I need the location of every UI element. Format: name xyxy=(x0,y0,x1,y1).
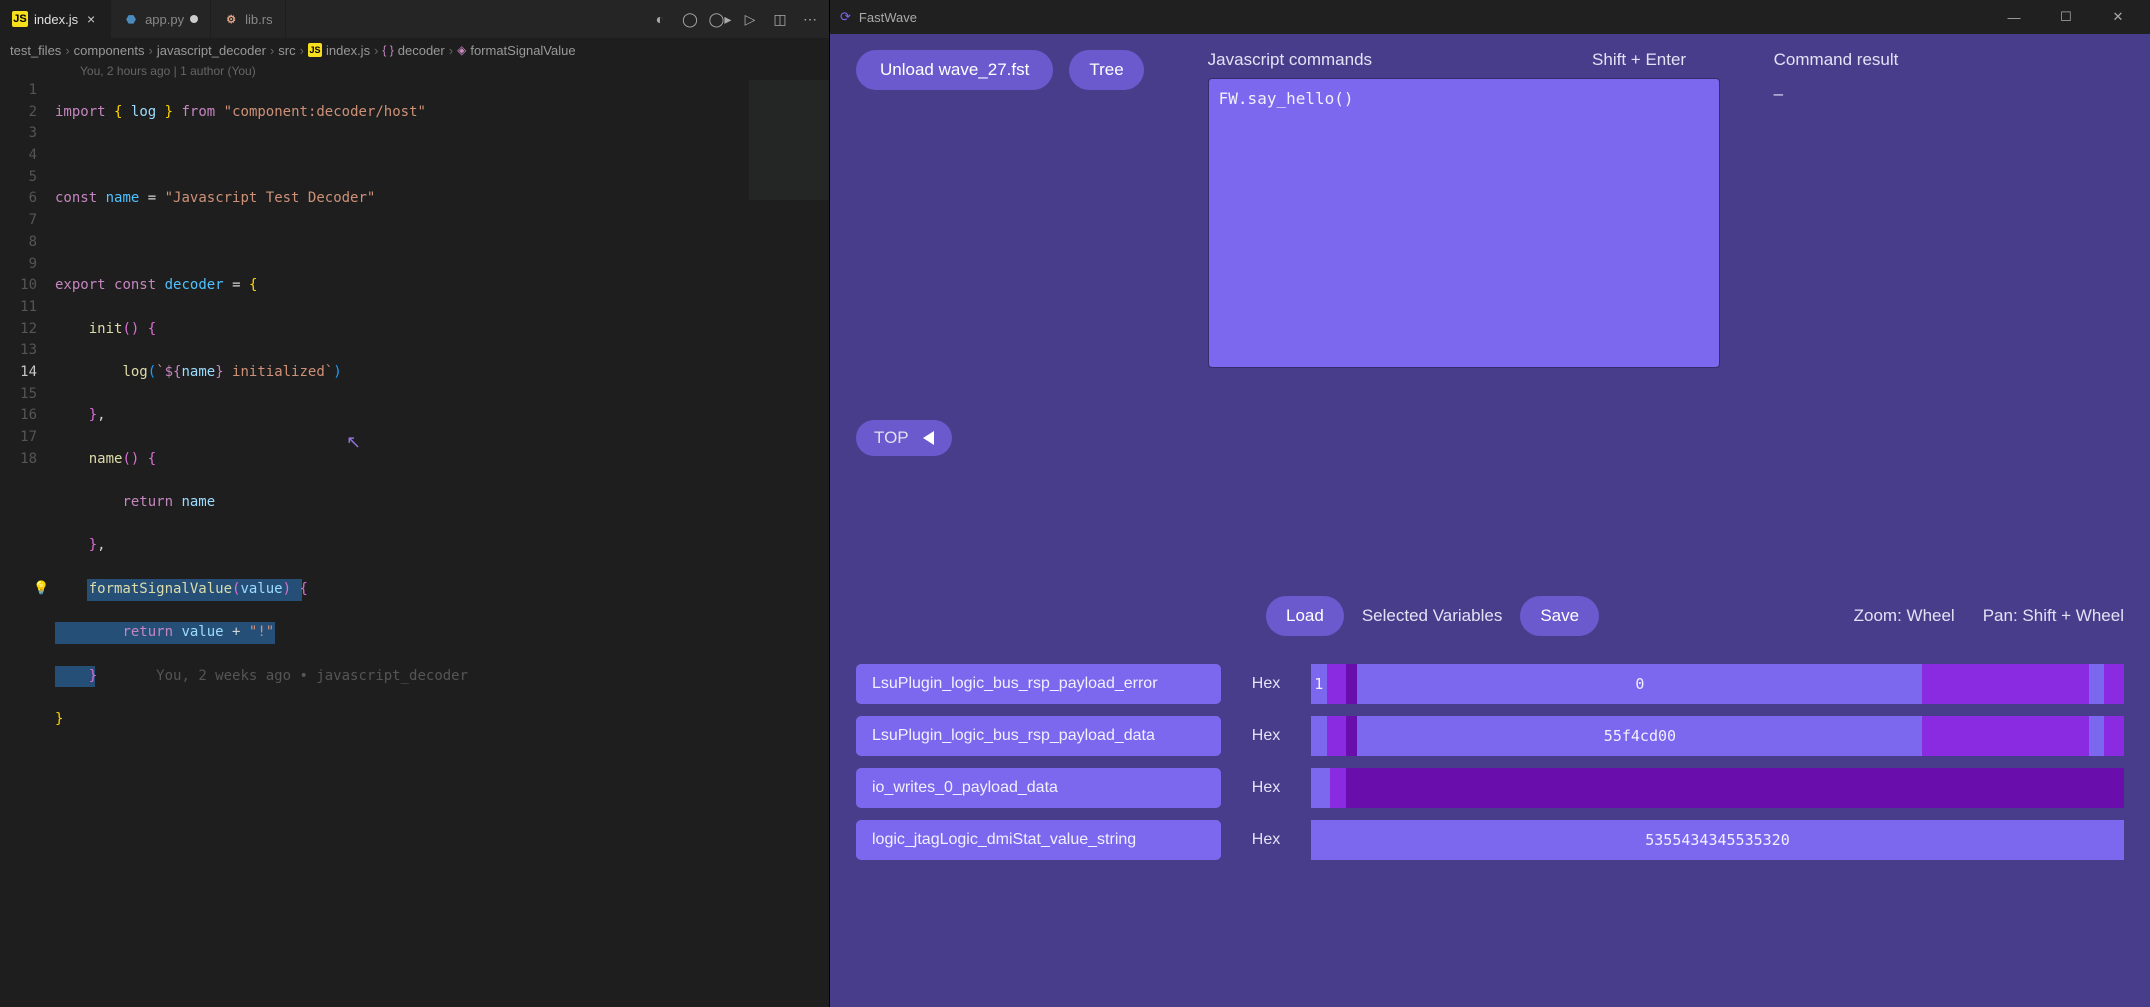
js-commands-hint: Shift + Enter xyxy=(1592,50,1686,70)
zoom-hint: Zoom: Wheel xyxy=(1854,606,1955,626)
editor-pane: JS index.js × ⬣ app.py ⚙ lib.rs ◐ ◯ ◯▸ ▷… xyxy=(0,0,830,1007)
signal-row[interactable]: logic_jtagLogic_dmiStat_value_stringHex5… xyxy=(856,820,2124,860)
signal-name[interactable]: LsuPlugin_logic_bus_rsp_payload_data xyxy=(856,716,1221,756)
run-step-icon[interactable]: ◯▸ xyxy=(711,11,729,28)
signal-waveform[interactable] xyxy=(1311,768,2124,808)
tree-button[interactable]: Tree xyxy=(1069,50,1143,90)
signal-name[interactable]: io_writes_0_payload_data xyxy=(856,768,1221,808)
top-scope-button[interactable]: TOP xyxy=(856,420,952,456)
fastwave-pane: ⟳ FastWave ― ☐ ✕ Unload wave_27.fst Tree… xyxy=(830,0,2150,1007)
signal-row[interactable]: LsuPlugin_logic_bus_rsp_payload_dataHex 5… xyxy=(856,716,2124,756)
tab-label: lib.rs xyxy=(245,12,272,27)
fastwave-titlebar: ⟳ FastWave ― ☐ ✕ xyxy=(830,0,2150,34)
wave-segment xyxy=(2104,716,2124,756)
run-back-icon[interactable]: ◯ xyxy=(681,11,699,28)
pan-hint: Pan: Shift + Wheel xyxy=(1983,606,2124,626)
signal-row[interactable]: LsuPlugin_logic_bus_rsp_payload_errorHex… xyxy=(856,664,2124,704)
variables-toolbar: Load Selected Variables Save Zoom: Wheel… xyxy=(856,596,2124,636)
more-icon[interactable]: ⋯ xyxy=(801,11,819,28)
top-scope-label: TOP xyxy=(874,428,909,448)
tab-app-py[interactable]: ⬣ app.py xyxy=(111,0,211,38)
command-result-value: – xyxy=(1774,78,1899,104)
tab-lib-rs[interactable]: ⚙ lib.rs xyxy=(211,0,285,38)
wave-segment xyxy=(1346,716,1357,756)
wave-segment: 5355434345535320 xyxy=(1311,820,2124,860)
wave-segment: 55f4cd00 xyxy=(1357,716,1922,756)
compare-icon[interactable]: ◐ xyxy=(651,11,669,27)
app-title: FastWave xyxy=(859,10,917,25)
code-content[interactable]: import { log } from "component:decoder/h… xyxy=(55,80,829,1007)
wave-segment xyxy=(2104,664,2124,704)
tab-actions: ◐ ◯ ◯▸ ▷ ◫ ⋯ xyxy=(651,11,829,28)
wave-segment: 1 xyxy=(1311,664,1327,704)
js-file-icon: JS xyxy=(308,43,322,57)
breadcrumb-segment[interactable]: decoder xyxy=(398,43,445,58)
split-editor-icon[interactable]: ◫ xyxy=(771,11,789,28)
wave-segment xyxy=(1311,768,1330,808)
breadcrumb-segment[interactable]: formatSignalValue xyxy=(470,43,575,58)
wave-segment xyxy=(1311,716,1327,756)
minimize-icon[interactable]: ― xyxy=(1992,10,2036,25)
selected-variables-label: Selected Variables xyxy=(1362,606,1503,626)
signal-format[interactable]: Hex xyxy=(1231,820,1301,860)
symbol-object-icon: { } xyxy=(382,43,393,57)
signal-format[interactable]: Hex xyxy=(1231,664,1301,704)
signal-format[interactable]: Hex xyxy=(1231,768,1301,808)
dirty-indicator-icon xyxy=(190,15,198,23)
tab-label: index.js xyxy=(34,12,78,27)
symbol-method-icon: ◈ xyxy=(457,43,466,57)
js-file-icon: JS xyxy=(12,11,28,27)
rust-file-icon: ⚙ xyxy=(223,11,239,27)
breadcrumb[interactable]: test_files› components› javascript_decod… xyxy=(0,38,829,62)
wave-segment xyxy=(1922,716,2088,756)
signal-waveform[interactable]: 55f4cd00 xyxy=(1311,716,2124,756)
breadcrumb-segment[interactable]: components xyxy=(74,43,145,58)
wave-segment xyxy=(1327,664,1347,704)
wave-segment xyxy=(1922,664,2088,704)
signal-waveform[interactable]: 10 xyxy=(1311,664,2124,704)
inline-git-blame: You, 2 weeks ago • javascript_decoder xyxy=(156,668,468,684)
python-file-icon: ⬣ xyxy=(123,11,139,27)
signal-table: LsuPlugin_logic_bus_rsp_payload_errorHex… xyxy=(856,664,2124,860)
tab-index-js[interactable]: JS index.js × xyxy=(0,0,111,38)
wave-segment xyxy=(1327,716,1347,756)
git-blame-header: You, 2 hours ago | 1 author (You) xyxy=(0,62,829,80)
triangle-left-icon xyxy=(923,431,934,445)
line-number-gutter: 1234 5678 9101112 13141516 1718 xyxy=(0,80,55,1007)
lightbulb-icon[interactable]: 💡 xyxy=(33,579,49,599)
wave-segment: 0 xyxy=(1357,664,1922,704)
signal-format[interactable]: Hex xyxy=(1231,716,1301,756)
signal-name[interactable]: logic_jtagLogic_dmiStat_value_string xyxy=(856,820,1221,860)
tab-bar: JS index.js × ⬣ app.py ⚙ lib.rs ◐ ◯ ◯▸ ▷… xyxy=(0,0,829,38)
save-button[interactable]: Save xyxy=(1520,596,1599,636)
tab-label: app.py xyxy=(145,12,184,27)
command-result-label: Command result xyxy=(1774,50,1899,70)
breadcrumb-segment[interactable]: javascript_decoder xyxy=(157,43,266,58)
unload-button[interactable]: Unload wave_27.fst xyxy=(856,50,1053,90)
code-editor[interactable]: 1234 5678 9101112 13141516 1718 import {… xyxy=(0,80,829,1007)
wave-segment xyxy=(2089,716,2105,756)
signal-row[interactable]: io_writes_0_payload_dataHex xyxy=(856,768,2124,808)
signal-waveform[interactable]: 5355434345535320 xyxy=(1311,820,2124,860)
js-commands-label: Javascript commands xyxy=(1208,50,1372,70)
app-icon: ⟳ xyxy=(840,9,851,25)
run-icon[interactable]: ▷ xyxy=(741,11,759,28)
wave-segment xyxy=(1346,768,2124,808)
wave-segment xyxy=(2089,664,2105,704)
breadcrumb-segment[interactable]: test_files xyxy=(10,43,61,58)
mouse-cursor-icon: ↖ xyxy=(346,432,361,453)
close-icon[interactable]: × xyxy=(84,12,98,26)
js-commands-input[interactable] xyxy=(1208,78,1720,368)
wave-segment xyxy=(1330,768,1345,808)
wave-segment xyxy=(1346,664,1357,704)
maximize-icon[interactable]: ☐ xyxy=(2044,9,2088,25)
breadcrumb-segment[interactable]: src xyxy=(278,43,295,58)
load-button[interactable]: Load xyxy=(1266,596,1344,636)
breadcrumb-segment[interactable]: index.js xyxy=(326,43,370,58)
signal-name[interactable]: LsuPlugin_logic_bus_rsp_payload_error xyxy=(856,664,1221,704)
close-icon[interactable]: ✕ xyxy=(2096,9,2140,25)
